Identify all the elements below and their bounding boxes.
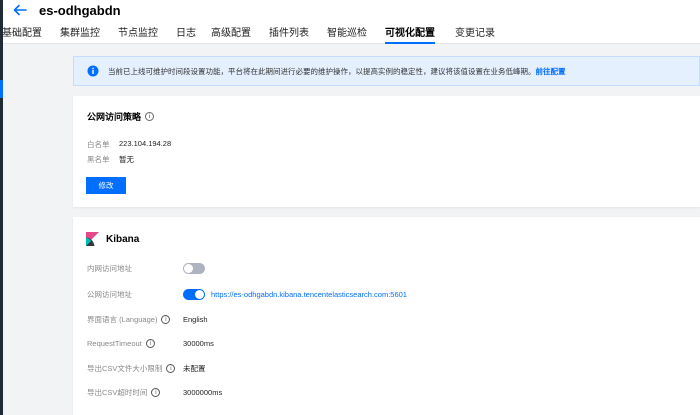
- language-label-wrap: 界面语言 (Language) i: [87, 314, 183, 325]
- notice-text-wrap: 当前已上线可维护时间段设置功能，平台将在此期间进行必要的维护操作，以提高实例的稳…: [108, 66, 566, 77]
- private-access-label: 内网访问地址: [87, 263, 132, 273]
- whitelist-value: 223.104.194.28: [119, 139, 172, 148]
- language-value: English: [183, 314, 208, 324]
- csv-timeout-value: 3000000ms: [183, 387, 223, 397]
- kibana-card: Kibana 内网访问地址 公网访问地址 https://es-odhgabdn…: [73, 217, 700, 415]
- request-timeout-label-wrap: RequestTimeout i: [87, 338, 183, 348]
- card-title-wrap: 公网访问策略 i: [87, 110, 155, 123]
- page-header: es-odhgabdn 基础配置 集群监控 节点监控 日志 高级配置 插件列表 …: [2, 0, 700, 44]
- left-nav-strip: [0, 0, 3, 415]
- language-label: 界面语言 (Language): [87, 314, 158, 324]
- request-timeout-label: RequestTimeout: [87, 338, 142, 348]
- csv-size-label-wrap: 导出CSV文件大小限制 i: [87, 363, 183, 374]
- modify-button[interactable]: 修改: [86, 177, 126, 194]
- tab-logs[interactable]: 日志: [176, 24, 204, 44]
- question-circle-icon[interactable]: i: [151, 387, 161, 397]
- tab-bar: 基础配置 集群监控 节点监控 日志 高级配置 插件列表 智能巡检 可视化配置 变…: [2, 24, 495, 44]
- question-circle-icon[interactable]: i: [166, 363, 176, 373]
- tab-visualization-config[interactable]: 可视化配置: [385, 24, 435, 44]
- private-access-row: 内网访问地址: [87, 261, 205, 275]
- whitelist-label: 白名单: [87, 140, 110, 149]
- tab-plugin-list[interactable]: 插件列表: [269, 24, 321, 44]
- left-nav-active-marker: [0, 80, 3, 98]
- kibana-logo-icon: [86, 232, 99, 246]
- question-circle-icon[interactable]: i: [145, 112, 155, 121]
- arrow-left-icon[interactable]: [12, 2, 28, 18]
- kibana-header: Kibana: [85, 232, 139, 246]
- blacklist-value: 暂无: [119, 155, 134, 164]
- kibana-public-url-link[interactable]: https://es-odhgabdn.kibana.tencentelasti…: [211, 290, 407, 299]
- request-timeout-value: 30000ms: [183, 338, 214, 348]
- go-to-config-link[interactable]: 前往配置: [536, 67, 566, 76]
- private-access-value: [183, 262, 205, 274]
- csv-size-label: 导出CSV文件大小限制: [87, 363, 163, 373]
- maintenance-notice: 当前已上线可维护时间段设置功能，平台将在此期间进行必要的维护操作，以提高实例的稳…: [73, 56, 700, 86]
- blacklist-label: 黑名单: [87, 155, 110, 164]
- public-access-policy-title: 公网访问策略: [87, 112, 142, 122]
- request-timeout-row: RequestTimeout i 30000ms: [87, 336, 214, 350]
- public-access-row: 公网访问地址 https://es-odhgabdn.kibana.tencen…: [87, 287, 407, 301]
- language-row: 界面语言 (Language) i English: [87, 312, 208, 326]
- csv-size-row: 导出CSV文件大小限制 i 未配置: [87, 361, 206, 375]
- tab-cluster-monitor[interactable]: 集群监控: [60, 24, 112, 44]
- question-circle-icon[interactable]: i: [161, 314, 171, 324]
- csv-size-value: 未配置: [183, 363, 206, 373]
- tab-change-log[interactable]: 变更记录: [455, 24, 495, 44]
- whitelist-row: 白名单 223.104.194.28: [87, 139, 171, 150]
- csv-timeout-row: 导出CSV超时时间 i 3000000ms: [87, 385, 222, 399]
- public-access-value: https://es-odhgabdn.kibana.tencentelasti…: [183, 288, 407, 300]
- tab-smart-inspection[interactable]: 智能巡检: [327, 24, 379, 44]
- public-access-policy-card: 公网访问策略 i 白名单 223.104.194.28 黑名单 暂无 修改: [73, 96, 700, 207]
- info-icon: [87, 65, 99, 77]
- csv-timeout-label-wrap: 导出CSV超时时间 i: [87, 387, 183, 398]
- question-circle-icon[interactable]: i: [145, 338, 155, 348]
- private-access-toggle[interactable]: [183, 262, 205, 274]
- tab-advanced-config[interactable]: 高级配置: [211, 24, 263, 44]
- toggle-knob: [195, 289, 204, 299]
- toggle-knob: [184, 263, 193, 273]
- tab-basic-config[interactable]: 基础配置: [2, 24, 54, 44]
- public-access-toggle[interactable]: [183, 288, 205, 300]
- tab-node-monitor[interactable]: 节点监控: [118, 24, 170, 44]
- csv-timeout-label: 导出CSV超时时间: [87, 387, 148, 397]
- blacklist-row: 黑名单 暂无: [87, 154, 134, 165]
- page-title: es-odhgabdn: [39, 3, 121, 18]
- public-access-label: 公网访问地址: [87, 289, 132, 299]
- kibana-title: Kibana: [106, 233, 140, 245]
- notice-text: 当前已上线可维护时间段设置功能，平台将在此期间进行必要的维护操作，以提高实例的稳…: [108, 67, 536, 76]
